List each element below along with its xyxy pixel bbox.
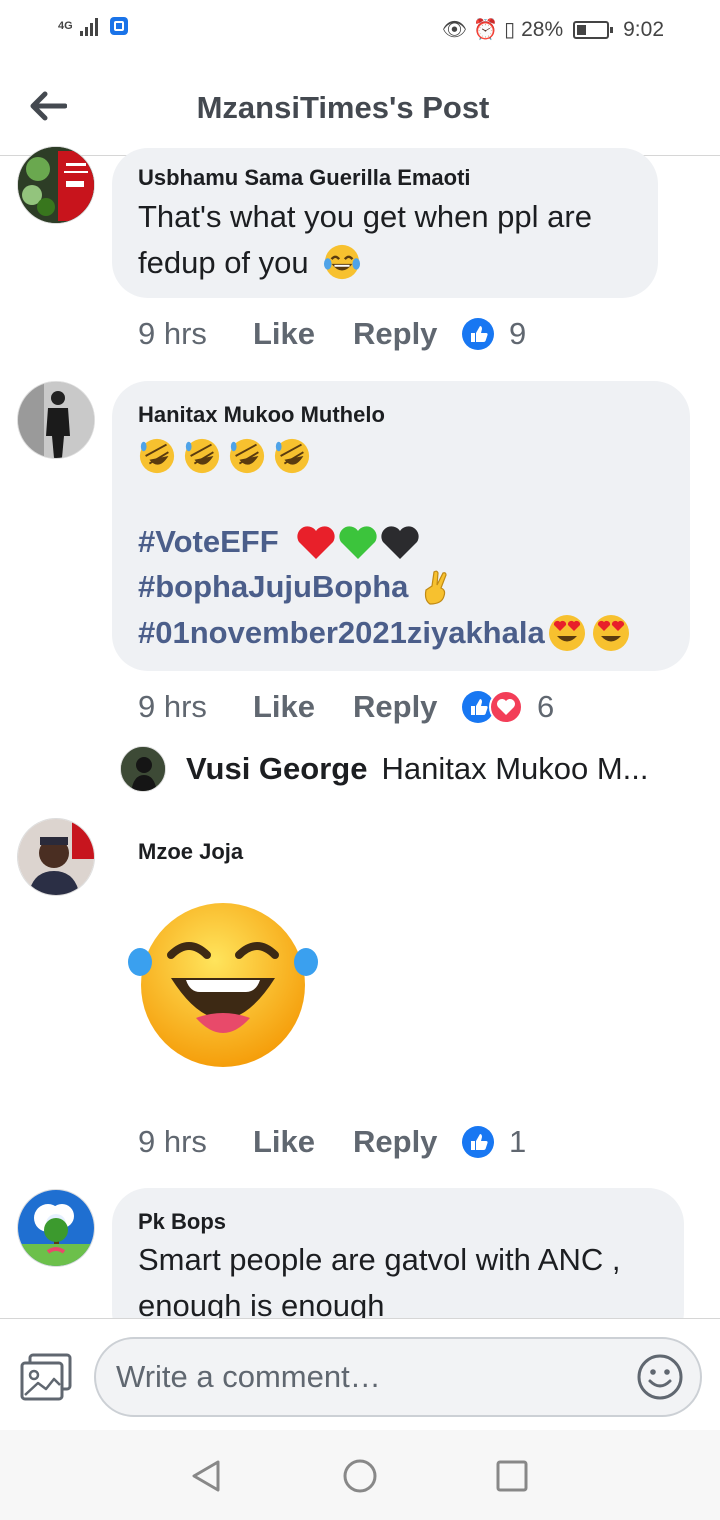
hashtag-link[interactable]: #VoteEFF <box>138 524 279 560</box>
vpn-shield-icon <box>110 17 128 35</box>
avatar[interactable] <box>17 818 95 896</box>
reply-author: Vusi George <box>186 751 368 786</box>
comment-text-line: enough is enough <box>138 1288 385 1318</box>
red-heart-icon <box>297 526 335 559</box>
like-reaction-icon <box>462 1126 494 1158</box>
reply-snippet: Hanitax Mukoo M... <box>381 751 649 786</box>
green-heart-icon <box>339 526 377 559</box>
system-nav-bar <box>0 1430 720 1520</box>
hashtag-link[interactable]: #01november2021ziyakhala <box>138 615 545 651</box>
nav-home-button[interactable] <box>342 1458 378 1494</box>
reaction-count: 9 <box>509 316 527 351</box>
comment-input-box[interactable] <box>94 1337 702 1417</box>
emoji-row <box>138 437 311 475</box>
circle-home-icon <box>343 1459 377 1493</box>
comment-author[interactable]: Usbhamu Sama Guerilla Emaoti <box>138 165 471 191</box>
hashtag-line: #bophaJujuBopha <box>138 568 454 606</box>
emoji-picker-button[interactable] <box>636 1353 684 1401</box>
comment-text-line: That's what you get when ppl are <box>138 199 592 234</box>
avatar[interactable] <box>17 146 95 224</box>
eye-icon: 👁 <box>441 19 468 41</box>
heart-eyes-emoji-icon <box>592 615 629 651</box>
rofl-emoji-icon <box>184 438 220 474</box>
tears-of-joy-emoji-icon <box>324 244 361 279</box>
heart-eyes-emoji-icon <box>548 615 585 651</box>
signal-icon <box>80 16 98 36</box>
laughing-sticker-icon <box>128 903 318 1067</box>
comment-author[interactable]: Pk Bops <box>138 1209 226 1235</box>
hashtag-link[interactable]: #bophaJujuBopha <box>138 569 408 605</box>
avatar-image <box>18 819 94 895</box>
status-bar: 4G 👁 ⏰ ▯ 28% 9:02 <box>0 0 720 62</box>
comment-author[interactable]: Hanitax Mukoo Muthelo <box>138 402 385 428</box>
rofl-emoji-icon <box>274 438 310 474</box>
avatar[interactable] <box>17 381 95 459</box>
vibrate-icon: ▯ <box>504 19 516 41</box>
reply-preview[interactable]: Vusi George Hanitax Mukoo M... <box>120 745 649 793</box>
comment-time: 9 hrs <box>138 689 207 724</box>
sticker-image[interactable] <box>126 900 320 1070</box>
comment-actions: 9 hrs Like Reply 6 <box>138 687 554 727</box>
reaction-count: 1 <box>509 1124 527 1159</box>
network-type: 4G <box>58 20 73 32</box>
comment-author[interactable]: Mzoe Joja <box>138 839 243 865</box>
reaction-summary[interactable]: 1 <box>461 1124 526 1160</box>
avatar-image <box>18 382 94 458</box>
page-title: MzansiTimes's Post <box>196 90 490 125</box>
like-button[interactable]: Like <box>253 316 353 352</box>
like-button[interactable]: Like <box>253 1124 353 1160</box>
comment-composer <box>0 1318 720 1430</box>
smiley-icon <box>637 1354 683 1400</box>
like-reaction-icon <box>462 318 494 350</box>
clock: 9:02 <box>623 18 664 41</box>
black-heart-icon <box>381 526 419 559</box>
comment-text-line: fedup of you <box>138 240 361 286</box>
nav-recents-button[interactable] <box>494 1458 530 1494</box>
reaction-summary[interactable]: 9 <box>461 316 526 352</box>
battery-icon <box>573 21 614 39</box>
comment-time: 9 hrs <box>138 316 207 351</box>
crossed-fingers-icon <box>425 570 447 605</box>
nav-back-button[interactable] <box>188 1458 224 1494</box>
battery-percent: 28% <box>521 18 564 41</box>
avatar-image <box>18 147 94 223</box>
reply-button[interactable]: Reply <box>353 316 461 352</box>
status-left: 4G <box>58 16 128 36</box>
rofl-emoji-icon <box>139 438 175 474</box>
comment-clip: Pk Bops Smart people are gatvol with ANC… <box>0 1180 720 1318</box>
hashtag-line: #01november2021ziyakhala <box>138 613 631 653</box>
hashtag-line: #VoteEFF <box>138 523 421 561</box>
comment-input[interactable] <box>116 1355 616 1399</box>
triangle-back-icon <box>192 1460 220 1492</box>
comment-actions: 9 hrs Like Reply 9 <box>138 314 526 354</box>
love-reaction-icon <box>489 690 523 724</box>
rofl-emoji-icon <box>229 438 265 474</box>
like-button[interactable]: Like <box>253 689 353 725</box>
photo-gallery-icon <box>20 1353 72 1401</box>
reply-avatar <box>120 746 166 792</box>
comment-time: 9 hrs <box>138 1124 207 1159</box>
reaction-count: 6 <box>537 689 555 724</box>
reaction-summary[interactable]: 6 <box>461 689 554 725</box>
reply-button[interactable]: Reply <box>353 689 461 725</box>
alarm-icon: ⏰ <box>473 19 499 41</box>
comment-text-line-2: fedup of you <box>138 245 309 280</box>
photo-button[interactable] <box>20 1353 72 1401</box>
comment-text-line: Smart people are gatvol with ANC , <box>138 1242 621 1277</box>
comment-actions: 9 hrs Like Reply 1 <box>138 1122 526 1162</box>
square-recents-icon <box>496 1460 528 1492</box>
status-right: 👁 ⏰ ▯ 28% 9:02 <box>442 18 664 42</box>
reply-button[interactable]: Reply <box>353 1124 461 1160</box>
post-header: MzansiTimes's Post <box>0 62 720 156</box>
